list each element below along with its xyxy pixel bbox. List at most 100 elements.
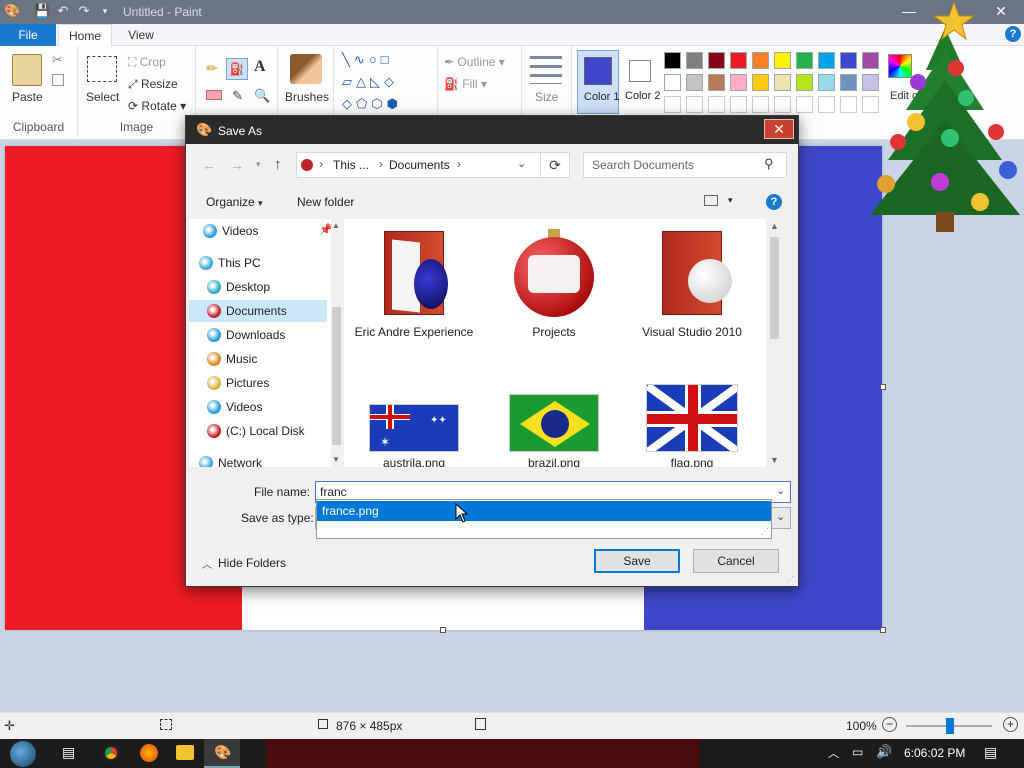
folder-projects[interactable]: Projects	[494, 229, 614, 339]
file-name-input[interactable]: franc	[320, 485, 347, 499]
palette-swatch[interactable]	[752, 52, 769, 69]
scroll-up-icon[interactable]: ▲	[332, 221, 340, 230]
recent-locations-dropdown-icon[interactable]: ▾	[256, 159, 261, 170]
brushes-button[interactable]: Brushes	[285, 90, 329, 104]
nav-item[interactable]: Downloads	[207, 324, 285, 346]
autocomplete-suggestion[interactable]: france.png	[317, 501, 771, 521]
file-name-dropdown-icon[interactable]: ⌄	[776, 484, 785, 497]
scroll-down-icon[interactable]: ▼	[332, 455, 340, 464]
nav-scrollbar[interactable]: ▲ ▼	[331, 219, 342, 467]
nav-item[interactable]: Desktop	[207, 276, 270, 298]
forward-arrow-icon[interactable]: →	[230, 157, 244, 173]
crop-button[interactable]: ⛶ Crop	[128, 55, 166, 70]
nav-item[interactable]: Videos	[203, 220, 258, 242]
palette-swatch[interactable]	[796, 52, 813, 69]
size-icon[interactable]	[530, 56, 562, 84]
palette-swatch[interactable]	[774, 52, 791, 69]
custom-color-slot[interactable]	[818, 96, 835, 113]
redo-icon[interactable]: ↷	[77, 4, 91, 18]
save-icon[interactable]: 💾	[34, 4, 50, 18]
dialog-help-icon[interactable]: ?	[766, 194, 782, 210]
custom-color-slot[interactable]	[730, 96, 747, 113]
notifications-icon[interactable]: ▤	[984, 744, 997, 761]
tab-view[interactable]: View	[114, 24, 168, 46]
copy-icon[interactable]	[52, 74, 64, 86]
dialog-close-button[interactable]: ✕	[764, 119, 794, 139]
resize-handle-corner[interactable]	[880, 627, 886, 633]
tab-home[interactable]: Home	[58, 24, 112, 47]
hide-folders-button[interactable]: Hide Folders	[218, 556, 286, 570]
polygon-shape-icon[interactable]: ▱△◺◇	[342, 74, 398, 90]
palette-swatch[interactable]	[664, 74, 681, 91]
folder-eric-andre[interactable]: Eric Andre Experience	[354, 229, 474, 340]
network-icon[interactable]: ▭	[852, 745, 863, 759]
task-view-icon[interactable]: ▤	[62, 744, 75, 761]
select-button[interactable]: Select	[86, 90, 119, 104]
file-brazil[interactable]: brazil.png	[494, 384, 614, 470]
scroll-up-icon[interactable]: ▲	[770, 221, 779, 231]
palette-swatch[interactable]	[818, 74, 835, 91]
size-button[interactable]: Size	[535, 90, 558, 104]
firefox-icon[interactable]	[140, 744, 158, 762]
eraser-icon[interactable]	[206, 90, 222, 100]
view-options-icon[interactable]	[704, 195, 718, 206]
scroll-down-icon[interactable]: ▼	[770, 455, 779, 465]
up-arrow-icon[interactable]: ↑	[274, 156, 282, 173]
nav-item[interactable]: Pictures	[207, 372, 269, 394]
zoom-in-button[interactable]: +	[1003, 717, 1018, 732]
palette-swatch[interactable]	[708, 74, 725, 91]
resize-handle-right[interactable]	[880, 384, 886, 390]
show-hidden-icons-icon[interactable]: ︿	[828, 745, 839, 761]
rotate-button[interactable]: ⟳ Rotate ▾	[128, 99, 186, 113]
custom-color-slot[interactable]	[664, 96, 681, 113]
undo-icon[interactable]: ↶	[56, 4, 70, 18]
arrow-shape-icon[interactable]: ◇⬠⬡⬢	[342, 96, 402, 112]
cut-icon[interactable]: ✂	[52, 52, 63, 68]
save-button[interactable]: Save	[594, 549, 680, 573]
breadcrumb-documents[interactable]: Documents	[389, 158, 450, 172]
new-folder-button[interactable]: New folder	[297, 195, 354, 209]
palette-swatch[interactable]	[840, 52, 857, 69]
magnifier-icon[interactable]: 🔍	[254, 88, 270, 104]
clock-time[interactable]: 6:06:02 PM	[904, 746, 965, 760]
outline-button[interactable]: ✒ Outline ▾	[444, 55, 505, 69]
search-box[interactable]: Search Documents ⚲	[583, 152, 787, 178]
palette-swatch[interactable]	[730, 74, 747, 91]
palette-swatch[interactable]	[818, 52, 835, 69]
nav-item[interactable]: Documents	[189, 300, 327, 322]
resize-button[interactable]: ⤢ Resize	[128, 77, 178, 92]
custom-color-slot[interactable]	[708, 96, 725, 113]
palette-swatch[interactable]	[774, 74, 791, 91]
start-button[interactable]	[10, 741, 36, 767]
tab-file[interactable]: File	[0, 24, 56, 46]
address-bar[interactable]: › This ... › Documents › ⌄	[296, 152, 552, 178]
palette-swatch[interactable]	[752, 74, 769, 91]
palette-swatch[interactable]	[730, 52, 747, 69]
view-dropdown-icon[interactable]: ▾	[728, 195, 733, 206]
folder-visual-studio[interactable]: Visual Studio 2010	[632, 229, 752, 340]
palette-swatch[interactable]	[686, 74, 703, 91]
nav-scroll-thumb[interactable]	[332, 307, 341, 445]
color2-button[interactable]: Color 2	[623, 50, 661, 114]
nav-item[interactable]: (C:) Local Disk	[207, 420, 305, 442]
type-dropdown-icon[interactable]: ⌄	[776, 510, 785, 523]
volume-icon[interactable]: 🔊	[876, 744, 892, 760]
nav-item[interactable]: This PC	[199, 252, 261, 274]
chevron-up-icon[interactable]: ︿	[202, 556, 212, 571]
custom-color-slot[interactable]	[774, 96, 791, 113]
palette-swatch[interactable]	[708, 52, 725, 69]
organize-button[interactable]: Organize ▾	[206, 195, 263, 209]
custom-color-slot[interactable]	[752, 96, 769, 113]
search-input[interactable]: Search Documents	[592, 158, 694, 172]
palette-swatch[interactable]	[840, 74, 857, 91]
chrome-icon[interactable]	[102, 744, 120, 762]
pencil-icon[interactable]: ✏	[206, 60, 218, 77]
zoom-slider-thumb[interactable]	[946, 718, 954, 734]
file-austrila[interactable]: ✦✦ ✶ austrila.png	[354, 384, 474, 470]
resize-handle-bottom[interactable]	[440, 627, 446, 633]
color-picker-icon[interactable]: ✎	[232, 88, 243, 104]
address-dropdown-icon[interactable]: ⌄	[517, 157, 526, 170]
color1-button[interactable]: Color 1	[577, 50, 619, 114]
quick-access-dropdown-icon[interactable]: ▾	[98, 4, 112, 18]
cancel-button[interactable]: Cancel	[693, 549, 779, 573]
